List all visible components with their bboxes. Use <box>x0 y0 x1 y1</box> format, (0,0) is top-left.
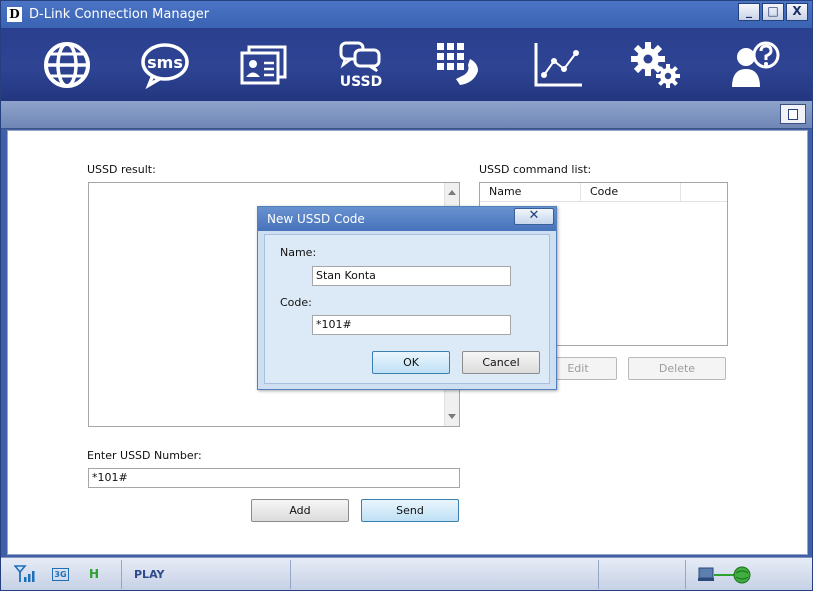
enter-ussd-label: Enter USSD Number: <box>87 449 202 462</box>
ussd-icon-label: USSD <box>340 74 383 90</box>
contacts-icon[interactable] <box>235 37 291 93</box>
name-label: Name: <box>280 246 317 259</box>
cancel-button[interactable]: Cancel <box>462 351 540 374</box>
ussd-number-input[interactable]: *101# <box>88 468 460 488</box>
sms-icon-label: sms <box>147 53 183 72</box>
network-type-badge: 3G <box>52 568 69 581</box>
command-list-label: USSD command list: <box>479 163 592 176</box>
internet-globe-icon[interactable] <box>39 37 95 93</box>
sms-icon[interactable]: sms <box>137 37 193 93</box>
ussd-icon[interactable]: USSD <box>333 37 389 93</box>
main-toolbar: sms USSD <box>1 28 812 101</box>
ussd-result-label: USSD result: <box>87 163 156 176</box>
document-icon <box>788 109 798 120</box>
scroll-down-icon[interactable] <box>448 414 456 419</box>
column-header-code[interactable]: Code <box>581 183 681 201</box>
dialog-title: New USSD Code <box>267 212 365 226</box>
column-header-empty <box>681 183 727 201</box>
settings-gears-icon[interactable] <box>628 37 684 93</box>
new-ussd-code-dialog: New USSD Code ✕ Name: Stan Konta Code: *… <box>257 206 557 390</box>
dlink-logo-icon: D <box>7 7 22 22</box>
dialog-title-bar[interactable]: New USSD Code ✕ <box>258 207 556 231</box>
window-title: D-Link Connection Manager <box>29 7 210 22</box>
phone-dialer-icon[interactable] <box>432 37 488 93</box>
maximize-button[interactable]: □ <box>762 3 784 21</box>
status-separator <box>121 560 122 589</box>
help-icon[interactable] <box>726 37 782 93</box>
code-label: Code: <box>280 296 312 309</box>
statistics-chart-icon[interactable] <box>530 37 586 93</box>
status-separator <box>290 560 291 589</box>
code-input[interactable]: *101# <box>312 315 511 335</box>
hsdpa-badge: H <box>89 567 100 581</box>
ok-button[interactable]: OK <box>372 351 450 374</box>
add-button[interactable]: Add <box>251 499 349 522</box>
dialog-close-button[interactable]: ✕ <box>514 208 554 225</box>
sub-toolbar <box>1 101 812 129</box>
app-window: D D-Link Connection Manager _ □ X sms US… <box>0 0 813 591</box>
column-header-name[interactable]: Name <box>480 183 581 201</box>
operator-name: PLAY <box>134 568 165 581</box>
send-button[interactable]: Send <box>361 499 459 522</box>
status-separator <box>685 560 686 589</box>
minimize-button[interactable]: _ <box>738 3 760 21</box>
command-list-header: Name Code <box>480 183 727 202</box>
dialog-body: Name: Stan Konta Code: *101# OK Cancel <box>264 234 550 384</box>
status-separator <box>598 560 599 589</box>
delete-button[interactable]: Delete <box>628 357 726 380</box>
view-toggle-button[interactable] <box>780 104 806 124</box>
close-button[interactable]: X <box>786 3 808 21</box>
signal-strength-icon <box>14 565 35 582</box>
connection-status-icon <box>698 566 751 584</box>
name-input[interactable]: Stan Konta <box>312 266 511 286</box>
window-controls: _ □ X <box>738 3 808 21</box>
title-bar[interactable]: D D-Link Connection Manager _ □ X <box>1 1 812 28</box>
status-bar: 3G H PLAY <box>1 557 812 590</box>
scroll-up-icon[interactable] <box>448 190 456 195</box>
